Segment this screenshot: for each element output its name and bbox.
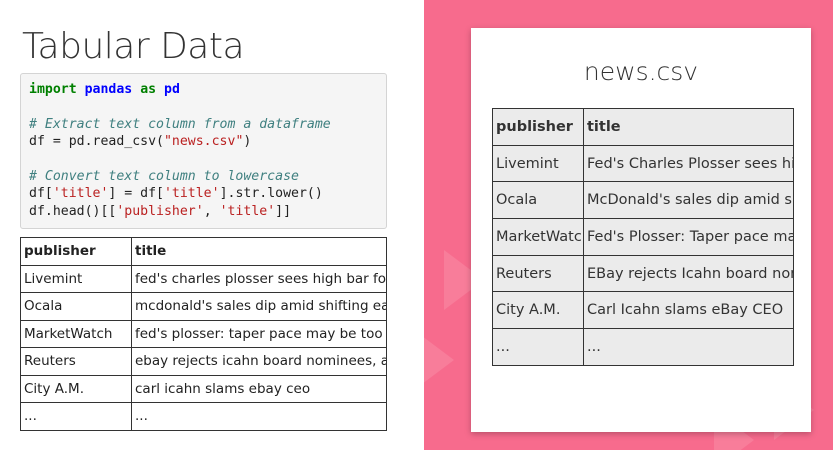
cell-publisher: ... xyxy=(20,402,132,431)
cell-title: carl icahn slams ebay ceo xyxy=(131,374,387,403)
cell-title: Carl Icahn slams eBay CEO xyxy=(583,291,794,330)
code-line-import: import pandas as pd xyxy=(29,82,180,97)
code-line-read-csv: df = pd.read_csv("news.csv") xyxy=(29,134,252,150)
cell-title: fed's plosser: taper pace may be too sl xyxy=(131,319,387,348)
csv-file-card: news.csv publisher title Livemint Fed's … xyxy=(471,28,811,432)
table-row: Reuters ebay rejects icahn board nominee… xyxy=(20,347,387,376)
cell-publisher: MarketWatch xyxy=(20,319,132,348)
cell-publisher: MarketWatch xyxy=(492,218,584,256)
cell-title: mcdonald's sales dip amid shifting eati xyxy=(131,292,387,321)
table-row: ... ... xyxy=(20,402,387,431)
table-row: Ocala mcdonald's sales dip amid shifting… xyxy=(20,292,387,321)
table-header-row: publisher title xyxy=(20,237,387,266)
code-cell: import pandas as pd # Extract text colum… xyxy=(20,73,387,229)
decorative-triangle xyxy=(424,330,454,390)
cell-publisher: City A.M. xyxy=(20,374,132,403)
code-comment-extract: # Extract text column from a dataframe xyxy=(29,116,331,132)
table-row: ... ... xyxy=(492,328,794,366)
header-title: title xyxy=(583,108,794,146)
cell-publisher: Reuters xyxy=(492,254,584,293)
header-publisher: publisher xyxy=(20,237,132,266)
csv-table: publisher title Livemint Fed's Charles P… xyxy=(492,108,794,366)
table-row: City A.M. carl icahn slams ebay ceo xyxy=(20,374,387,403)
cell-publisher: Livemint xyxy=(492,144,584,183)
cell-title: Fed's Charles Plosser sees high xyxy=(583,144,794,183)
table-row: MarketWatch fed's plosser: taper pace ma… xyxy=(20,319,387,348)
table-row: Ocala McDonald's sales dip amid shifti xyxy=(492,181,794,220)
cell-publisher: Livemint xyxy=(20,264,132,293)
cell-title: ... xyxy=(583,328,794,366)
cell-publisher: Reuters xyxy=(20,347,132,376)
header-title: title xyxy=(131,237,387,266)
slide-title: Tabular Data xyxy=(22,26,245,67)
cell-title: fed's charles plosser sees high bar for xyxy=(131,264,387,293)
cell-title: EBay rejects Icahn board nomin xyxy=(583,254,794,293)
header-publisher: publisher xyxy=(492,108,584,146)
table-header-row: publisher title xyxy=(492,108,794,146)
cell-title: Fed's Plosser: Taper pace may b xyxy=(583,218,794,256)
table-row: Livemint Fed's Charles Plosser sees high xyxy=(492,144,794,183)
cell-publisher: City A.M. xyxy=(492,291,584,330)
cell-title: ... xyxy=(131,402,387,431)
left-panel: Tabular Data import pandas as pd # Extra… xyxy=(0,0,424,450)
table-row: Livemint fed's charles plosser sees high… xyxy=(20,264,387,293)
table-row: Reuters EBay rejects Icahn board nomin xyxy=(492,254,794,293)
table-row: MarketWatch Fed's Plosser: Taper pace ma… xyxy=(492,218,794,256)
cell-title: McDonald's sales dip amid shifti xyxy=(583,181,794,220)
cell-publisher: Ocala xyxy=(20,292,132,321)
cell-publisher: ... xyxy=(492,328,584,366)
right-panel: news.csv publisher title Livemint Fed's … xyxy=(424,0,833,450)
code-line-lower: df['title'] = df['title'].str.lower() xyxy=(29,186,323,202)
code-comment-convert: # Convert text column to lowercase xyxy=(29,169,299,185)
code-line-head: df.head()[['publisher', 'title']] xyxy=(29,203,292,219)
table-row: City A.M. Carl Icahn slams eBay CEO xyxy=(492,291,794,330)
lowercase-output-table: publisher title Livemint fed's charles p… xyxy=(20,237,387,431)
cell-title: ebay rejects icahn board nominees, as xyxy=(131,347,387,376)
cell-publisher: Ocala xyxy=(492,181,584,220)
csv-file-title: news.csv xyxy=(583,57,699,86)
